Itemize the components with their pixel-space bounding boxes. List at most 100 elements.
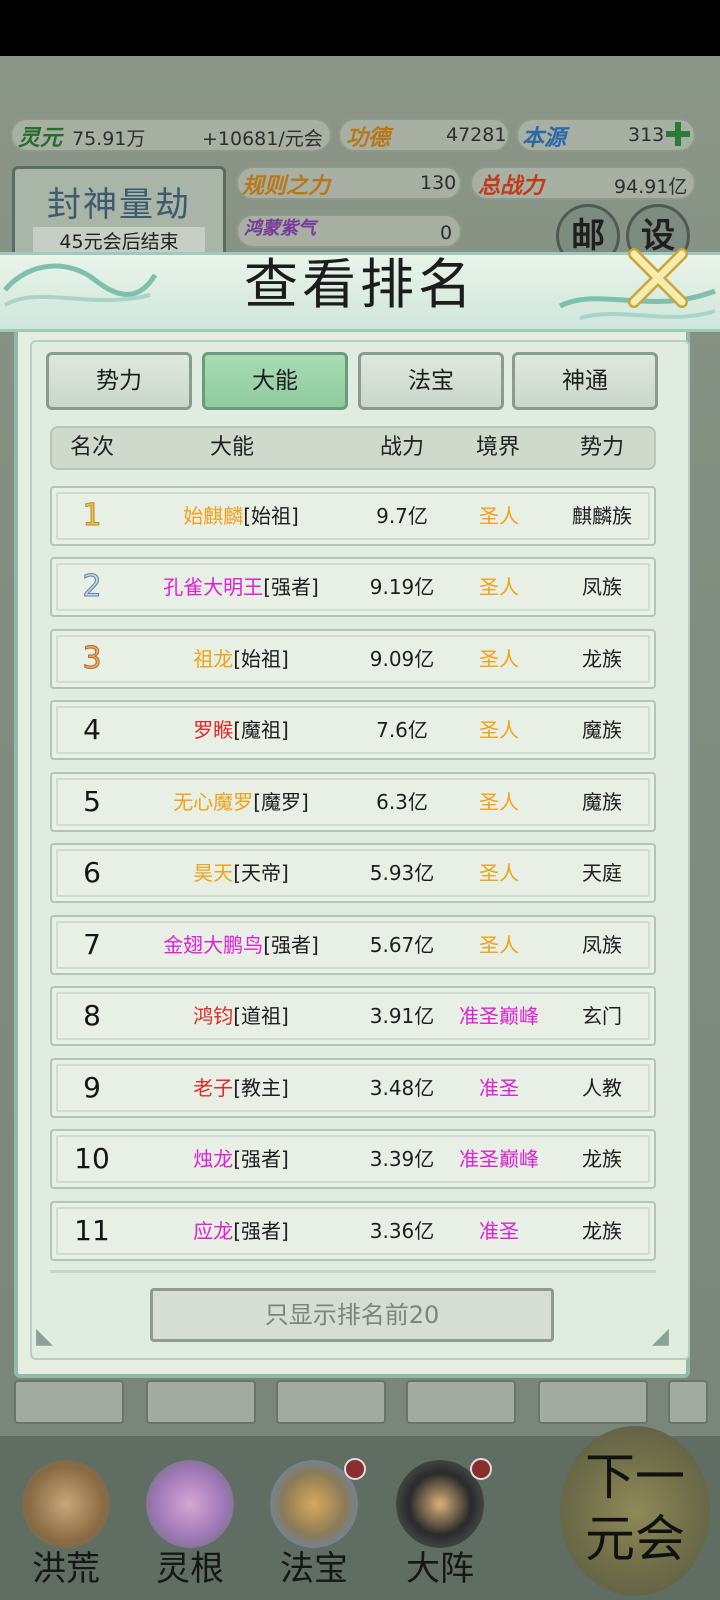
- character-title: [强者]: [233, 1219, 289, 1243]
- character-name: 罗睺: [193, 718, 234, 742]
- notification-dot: [344, 1458, 366, 1480]
- table-row[interactable]: 10 烛龙[强者] 3.39亿 准圣巅峰 龙族: [50, 1129, 656, 1189]
- faction-cell: 凤族: [582, 575, 622, 599]
- next-era-label-1: 下一: [585, 1448, 685, 1506]
- rank-cell: 3: [82, 641, 102, 677]
- faction-cell: 人教: [582, 1076, 622, 1100]
- table-row[interactable]: 3 祖龙[始祖] 9.09亿 圣人 龙族: [50, 629, 656, 689]
- guize-value: 130: [420, 172, 457, 194]
- character-name: 鸿钧: [193, 1004, 234, 1028]
- character-name: 昊天: [193, 861, 234, 885]
- faction-cell: 天庭: [582, 861, 622, 885]
- header-power: 战力: [379, 435, 424, 460]
- character-name: 孔雀大明王: [163, 575, 264, 599]
- lotus-icon: [146, 1460, 234, 1548]
- tab-fabao[interactable]: 法宝: [358, 352, 504, 410]
- mountain-icon: [22, 1460, 110, 1548]
- power-cell: 9.09亿: [369, 647, 435, 671]
- table-header: 名次 大能 战力 境界 势力: [50, 426, 656, 470]
- faction-cell: 龙族: [582, 1219, 622, 1243]
- table-row[interactable]: 4 罗睺[魔祖] 7.6亿 圣人 魔族: [50, 700, 656, 760]
- nav-slot: [276, 1380, 386, 1424]
- character-title: [天帝]: [233, 861, 289, 885]
- rank-cell: 2: [82, 569, 102, 605]
- realm-cell: 圣人: [479, 575, 519, 599]
- character-name: 始麒麟: [183, 504, 244, 528]
- realm-cell: 圣人: [479, 861, 519, 885]
- nav-item-dazhen[interactable]: 大阵: [380, 1450, 500, 1590]
- character-title: [魔罗]: [253, 790, 309, 814]
- realm-cell: 圣人: [479, 647, 519, 671]
- rank-cell: 9: [83, 1071, 101, 1104]
- faction-cell: 龙族: [582, 1147, 622, 1171]
- nav-label: 法宝: [280, 1549, 348, 1589]
- realm-cell: 准圣: [479, 1219, 519, 1243]
- character-title: [教主]: [233, 1076, 289, 1100]
- tab-daneng[interactable]: 大能: [202, 352, 348, 410]
- name-cell: 罗睺[魔祖]: [126, 702, 356, 758]
- faction-cell: 魔族: [582, 790, 622, 814]
- plus-icon[interactable]: [664, 120, 692, 148]
- lingyuan-value: 75.91万: [72, 128, 146, 150]
- tab-shili[interactable]: 势力: [46, 352, 192, 410]
- realm-cell: 准圣巅峰: [459, 1004, 539, 1028]
- table-row[interactable]: 5 无心魔罗[魔罗] 6.3亿 圣人 魔族: [50, 772, 656, 832]
- guize-label: 规则之力: [242, 174, 331, 199]
- nav-slot: [406, 1380, 516, 1424]
- notification-dot: [470, 1458, 492, 1480]
- name-cell: 孔雀大明王[强者]: [126, 559, 356, 615]
- table-row[interactable]: 1 始麒麟[始祖] 9.7亿 圣人 麒麟族: [50, 486, 656, 546]
- nav-item-linggen[interactable]: 灵根: [130, 1450, 250, 1590]
- rank-cell: 6: [83, 856, 101, 889]
- character-title: [强者]: [233, 1147, 289, 1171]
- table-row[interactable]: 6 昊天[天帝] 5.93亿 圣人 天庭: [50, 843, 656, 903]
- power-cell: 9.19亿: [369, 575, 435, 599]
- benyuan-value: 313: [628, 124, 665, 146]
- table-row[interactable]: 9 老子[教主] 3.48亿 准圣 人教: [50, 1058, 656, 1118]
- character-name: 老子: [193, 1076, 234, 1100]
- realm-cell: 准圣: [479, 1076, 519, 1100]
- character-name: 金翅大鹏鸟: [163, 933, 264, 957]
- header-rank: 名次: [69, 435, 114, 460]
- gongde-value: 47281: [446, 124, 507, 146]
- tab-shentong[interactable]: 神通: [512, 352, 658, 410]
- power-cell: 3.39亿: [369, 1147, 435, 1171]
- rank-cell: 4: [83, 713, 101, 746]
- close-icon[interactable]: [626, 246, 690, 310]
- character-title: [强者]: [263, 933, 319, 957]
- table-row[interactable]: 11 应龙[强者] 3.36亿 准圣 龙族: [50, 1201, 656, 1261]
- nav-slot: [668, 1380, 708, 1424]
- realm-cell: 准圣巅峰: [459, 1147, 539, 1171]
- corner-ornament-icon: ◢: [652, 1324, 669, 1349]
- table-row[interactable]: 8 鸿钧[道祖] 3.91亿 准圣巅峰 玄门: [50, 986, 656, 1046]
- name-cell: 始麒麟[始祖]: [126, 488, 356, 544]
- status-bar: [0, 0, 720, 56]
- realm-cell: 圣人: [479, 504, 519, 528]
- character-name: 应龙: [193, 1219, 234, 1243]
- faction-cell: 凤族: [582, 933, 622, 957]
- nav-item-honghuang[interactable]: 洪荒: [6, 1450, 126, 1590]
- character-name: 祖龙: [193, 647, 234, 671]
- table-row[interactable]: 7 金翅大鹏鸟[强者] 5.67亿 圣人 凤族: [50, 915, 656, 975]
- power-cell: 3.48亿: [369, 1076, 435, 1100]
- character-title: [始祖]: [233, 647, 289, 671]
- realm-cell: 圣人: [479, 790, 519, 814]
- character-title: [魔祖]: [233, 718, 289, 742]
- character-title: [道祖]: [233, 1004, 289, 1028]
- header-name: 大能: [209, 435, 254, 460]
- table-row[interactable]: 2 孔雀大明王[强者] 9.19亿 圣人 凤族: [50, 557, 656, 617]
- nav-item-fabao[interactable]: 法宝: [254, 1450, 374, 1590]
- name-cell: 应龙[强者]: [126, 1203, 356, 1259]
- power-cell: 3.91亿: [369, 1004, 435, 1028]
- character-name: 无心魔罗: [173, 790, 254, 814]
- nav-slot: [146, 1380, 256, 1424]
- nav-slot: [14, 1380, 124, 1424]
- name-cell: 昊天[天帝]: [126, 845, 356, 901]
- rank-cell: 1: [82, 498, 102, 534]
- realm-cell: 圣人: [479, 933, 519, 957]
- faction-cell: 麒麟族: [572, 504, 632, 528]
- next-era-button[interactable]: 下一 元会: [560, 1426, 710, 1596]
- list-divider: [50, 1270, 656, 1273]
- top20-filter-button[interactable]: 只显示排名前20: [150, 1288, 554, 1342]
- next-era-label-2: 元会: [585, 1510, 685, 1568]
